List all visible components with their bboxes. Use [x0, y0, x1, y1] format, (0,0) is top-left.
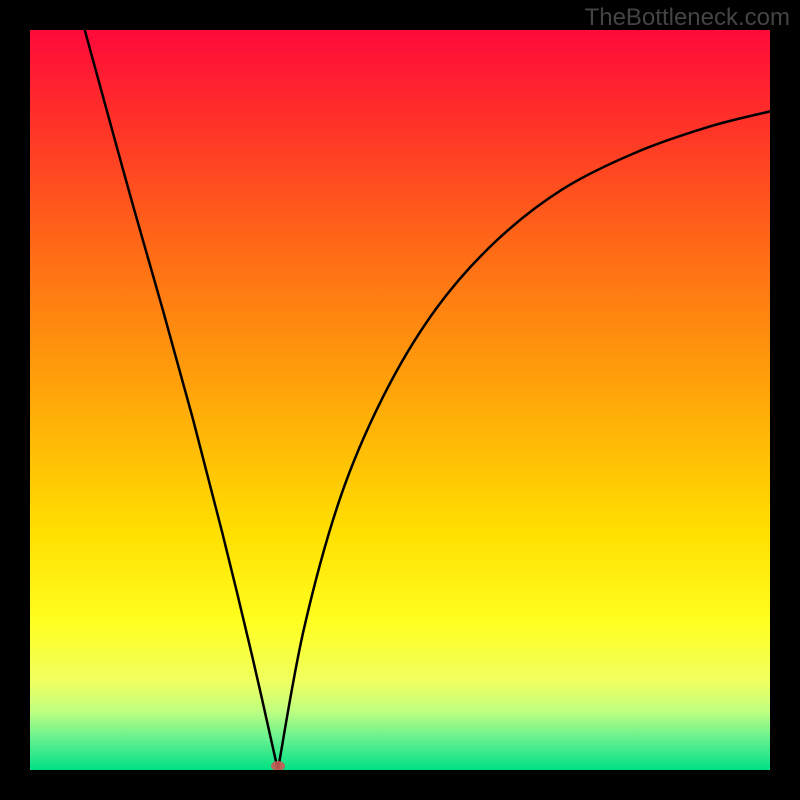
- optimum-marker: [271, 761, 285, 770]
- watermark-text: TheBottleneck.com: [585, 4, 790, 32]
- bottleneck-curve: [30, 30, 770, 770]
- chart-frame: TheBottleneck.com: [0, 0, 800, 800]
- plot-area: [30, 30, 770, 770]
